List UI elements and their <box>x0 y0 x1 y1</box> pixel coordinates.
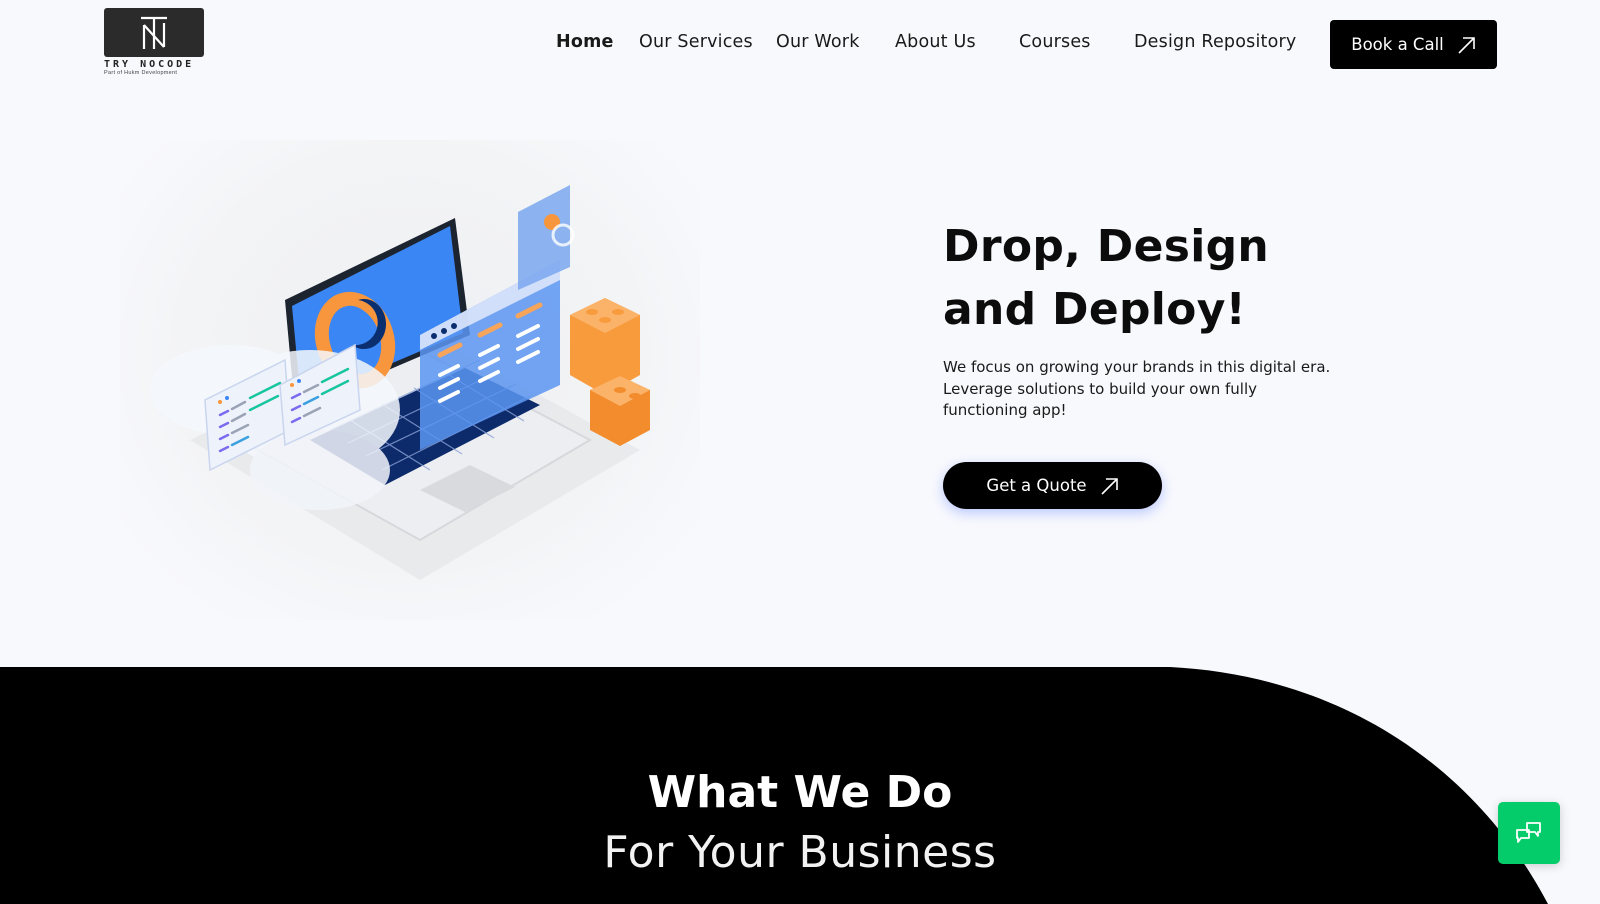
hero-title-line-1: Drop, Design <box>943 221 1270 272</box>
isometric-laptop-illustration <box>150 185 650 580</box>
hero-title: Drop, Design and Deploy! <box>943 215 1363 341</box>
brand-tagline: Part of Hukm Development <box>104 70 178 76</box>
arrow-up-right-icon <box>1101 477 1118 495</box>
book-a-call-button[interactable]: Book a Call <box>1330 20 1497 69</box>
book-a-call-label: Book a Call <box>1351 35 1444 54</box>
brand-name: TRY NOCODE <box>104 59 195 70</box>
chat-widget-button[interactable] <box>1498 802 1560 864</box>
nav-about-us[interactable]: About Us <box>895 32 976 52</box>
get-a-quote-label: Get a Quote <box>986 476 1087 495</box>
hero-title-line-2: and Deploy! <box>943 284 1247 335</box>
arrow-up-right-icon <box>1458 36 1475 54</box>
nav-our-services[interactable]: Our Services <box>639 32 753 52</box>
get-a-quote-button[interactable]: Get a Quote <box>943 462 1162 509</box>
hero-description: We focus on growing your brands in this … <box>943 358 1331 419</box>
logo-badge <box>104 8 204 57</box>
what-we-do-section: What We Do For Your Business <box>0 667 1600 904</box>
nav-courses[interactable]: Courses <box>1019 32 1091 52</box>
hero-illustration <box>120 140 700 620</box>
tn-monogram-icon <box>141 16 167 49</box>
chat-bubbles-icon <box>1516 822 1541 843</box>
nav-home[interactable]: Home <box>556 32 614 52</box>
brand-logo[interactable]: TRY NOCODE Part of Hukm Development <box>104 8 204 80</box>
floating-card <box>518 185 570 290</box>
what-we-do-subtitle-text: For Your Business <box>603 827 997 878</box>
nav-our-work[interactable]: Our Work <box>776 32 860 52</box>
nav-design-repository[interactable]: Design Repository <box>1134 32 1296 52</box>
what-we-do-subtitle: For Your Business <box>0 827 1600 878</box>
what-we-do-title: What We Do <box>647 767 953 818</box>
